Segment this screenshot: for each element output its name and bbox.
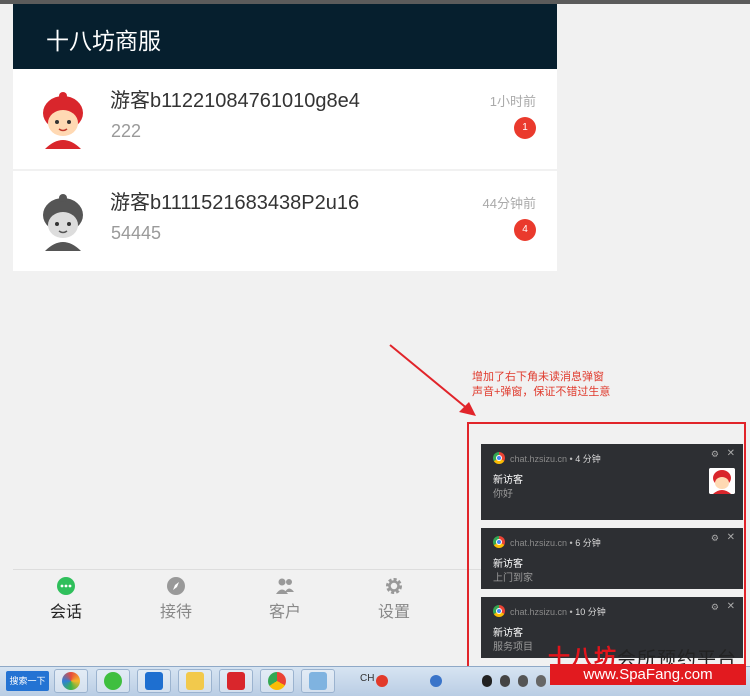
- annotation-line: 声音+弹窗，保证不错过生意: [472, 386, 611, 398]
- qq-icon[interactable]: [482, 675, 492, 687]
- notification-title: 新访客: [493, 475, 523, 486]
- unread-badge: 4: [514, 219, 536, 241]
- conversation-item[interactable]: 游客b1111521683438P2u16 54445 44分钟前 4: [13, 171, 557, 271]
- app-header: 十八坊商服: [13, 4, 557, 69]
- tab-chat[interactable]: 会话: [21, 572, 111, 622]
- input-language-indicator[interactable]: CH: [360, 673, 374, 684]
- notification-header: chat.hzsizu.cn • 4 分钟: [510, 452, 601, 465]
- sogou-icon[interactable]: [376, 675, 388, 687]
- taskbar-app-editor[interactable]: [301, 669, 335, 693]
- conversation-name: 游客b1111521683438P2u16: [110, 192, 360, 214]
- desktop-notification[interactable]: chat.hzsizu.cn • 4 分钟 ⚙ ✕ 新访客 你好: [481, 444, 743, 520]
- notification-time: 10 分钟: [575, 607, 606, 617]
- tray-icon[interactable]: [500, 675, 510, 687]
- chrome-icon: [268, 672, 286, 690]
- taskbar-app-chrome[interactable]: [260, 669, 294, 693]
- tab-label: 客户: [268, 604, 301, 621]
- taskbar-app-browser[interactable]: [54, 669, 88, 693]
- settings-icon[interactable]: ⚙: [711, 602, 719, 613]
- conversation-time: 44分钟前: [482, 196, 536, 211]
- desktop-notification[interactable]: chat.hzsizu.cn • 6 分钟 ⚙ ✕ 新访客 上门到家: [481, 528, 743, 589]
- notification-separator: •: [569, 454, 573, 464]
- annotation-text: 增加了右下角未读消息弹窗 声音+弹窗，保证不错过生意: [472, 370, 682, 400]
- taskbar-app-wps[interactable]: [219, 669, 253, 693]
- tab-customers[interactable]: 客户: [240, 572, 330, 622]
- chrome-logo-icon: [493, 452, 505, 464]
- close-icon[interactable]: ✕: [727, 448, 735, 459]
- tab-label: 设置: [377, 604, 410, 621]
- folder-icon: [186, 672, 204, 690]
- annotation-line: 增加了右下角未读消息弹窗: [472, 371, 604, 383]
- search-button[interactable]: 搜索一下: [6, 671, 49, 691]
- notification-header: chat.hzsizu.cn • 10 分钟: [510, 605, 606, 618]
- notification-avatar: [709, 468, 735, 494]
- conversation-name: 游客b11221084761010g8e4: [110, 90, 360, 112]
- conversation-last-message: 54445: [111, 223, 162, 243]
- notification-header: chat.hzsizu.cn • 6 分钟: [510, 536, 601, 549]
- conversation-time: 1小时前: [489, 94, 536, 109]
- notification-site: chat.hzsizu.cn: [510, 607, 568, 617]
- close-icon[interactable]: ✕: [727, 532, 735, 543]
- app-icon: [145, 672, 163, 690]
- tab-settings[interactable]: 设置: [349, 572, 439, 622]
- notification-title: 新访客: [493, 628, 523, 639]
- taskbar-app-wechat[interactable]: [96, 669, 130, 693]
- unread-badge: 1: [514, 117, 536, 139]
- annotation-arrow: [389, 344, 476, 416]
- taskbar-app-uu[interactable]: [137, 669, 171, 693]
- notification-separator: •: [569, 607, 573, 617]
- wps-icon: [227, 672, 245, 690]
- notification-body: 服务项目: [493, 642, 533, 653]
- notification-body: 你好: [493, 489, 513, 500]
- visitor-avatar-red: [43, 92, 83, 149]
- settings-icon[interactable]: ⚙: [711, 533, 719, 544]
- wechat-icon: [104, 672, 122, 690]
- tab-label: 接待: [159, 604, 192, 621]
- tray-icon[interactable]: [518, 675, 528, 687]
- users-icon: [276, 578, 294, 594]
- conversation-item[interactable]: 游客b11221084761010g8e4 222 1小时前 1: [13, 69, 557, 169]
- browser-icon: [62, 672, 80, 690]
- notification-site: chat.hzsizu.cn: [510, 538, 568, 548]
- chrome-logo-icon: [493, 605, 505, 617]
- watermark-url: www.SpaFang.com: [550, 664, 746, 685]
- tab-reception[interactable]: 接待: [131, 572, 221, 622]
- site-watermark: 十八坊会所预约平台 www.SpaFang.com: [548, 640, 748, 690]
- conversation-last-message: 222: [111, 121, 142, 141]
- notification-site: chat.hzsizu.cn: [510, 454, 568, 464]
- chrome-logo-icon: [493, 536, 505, 548]
- gear-icon: [386, 578, 402, 594]
- notification-time: 4 分钟: [575, 454, 601, 464]
- app-title: 十八坊商服: [46, 28, 161, 54]
- chat-bubble-icon: [57, 577, 75, 595]
- taskbar-app-explorer[interactable]: [178, 669, 212, 693]
- settings-icon[interactable]: ⚙: [711, 449, 719, 460]
- notification-separator: •: [569, 538, 573, 548]
- editor-icon: [309, 672, 327, 690]
- notification-time: 6 分钟: [575, 538, 601, 548]
- tab-label: 会话: [49, 604, 82, 621]
- notification-title: 新访客: [493, 559, 523, 570]
- close-icon[interactable]: ✕: [727, 601, 735, 612]
- visitor-avatar-gray: [43, 194, 83, 251]
- notification-body: 上门到家: [493, 573, 533, 584]
- network-icon[interactable]: [430, 675, 442, 687]
- tray-icon[interactable]: [536, 675, 546, 687]
- compass-icon: [167, 577, 185, 595]
